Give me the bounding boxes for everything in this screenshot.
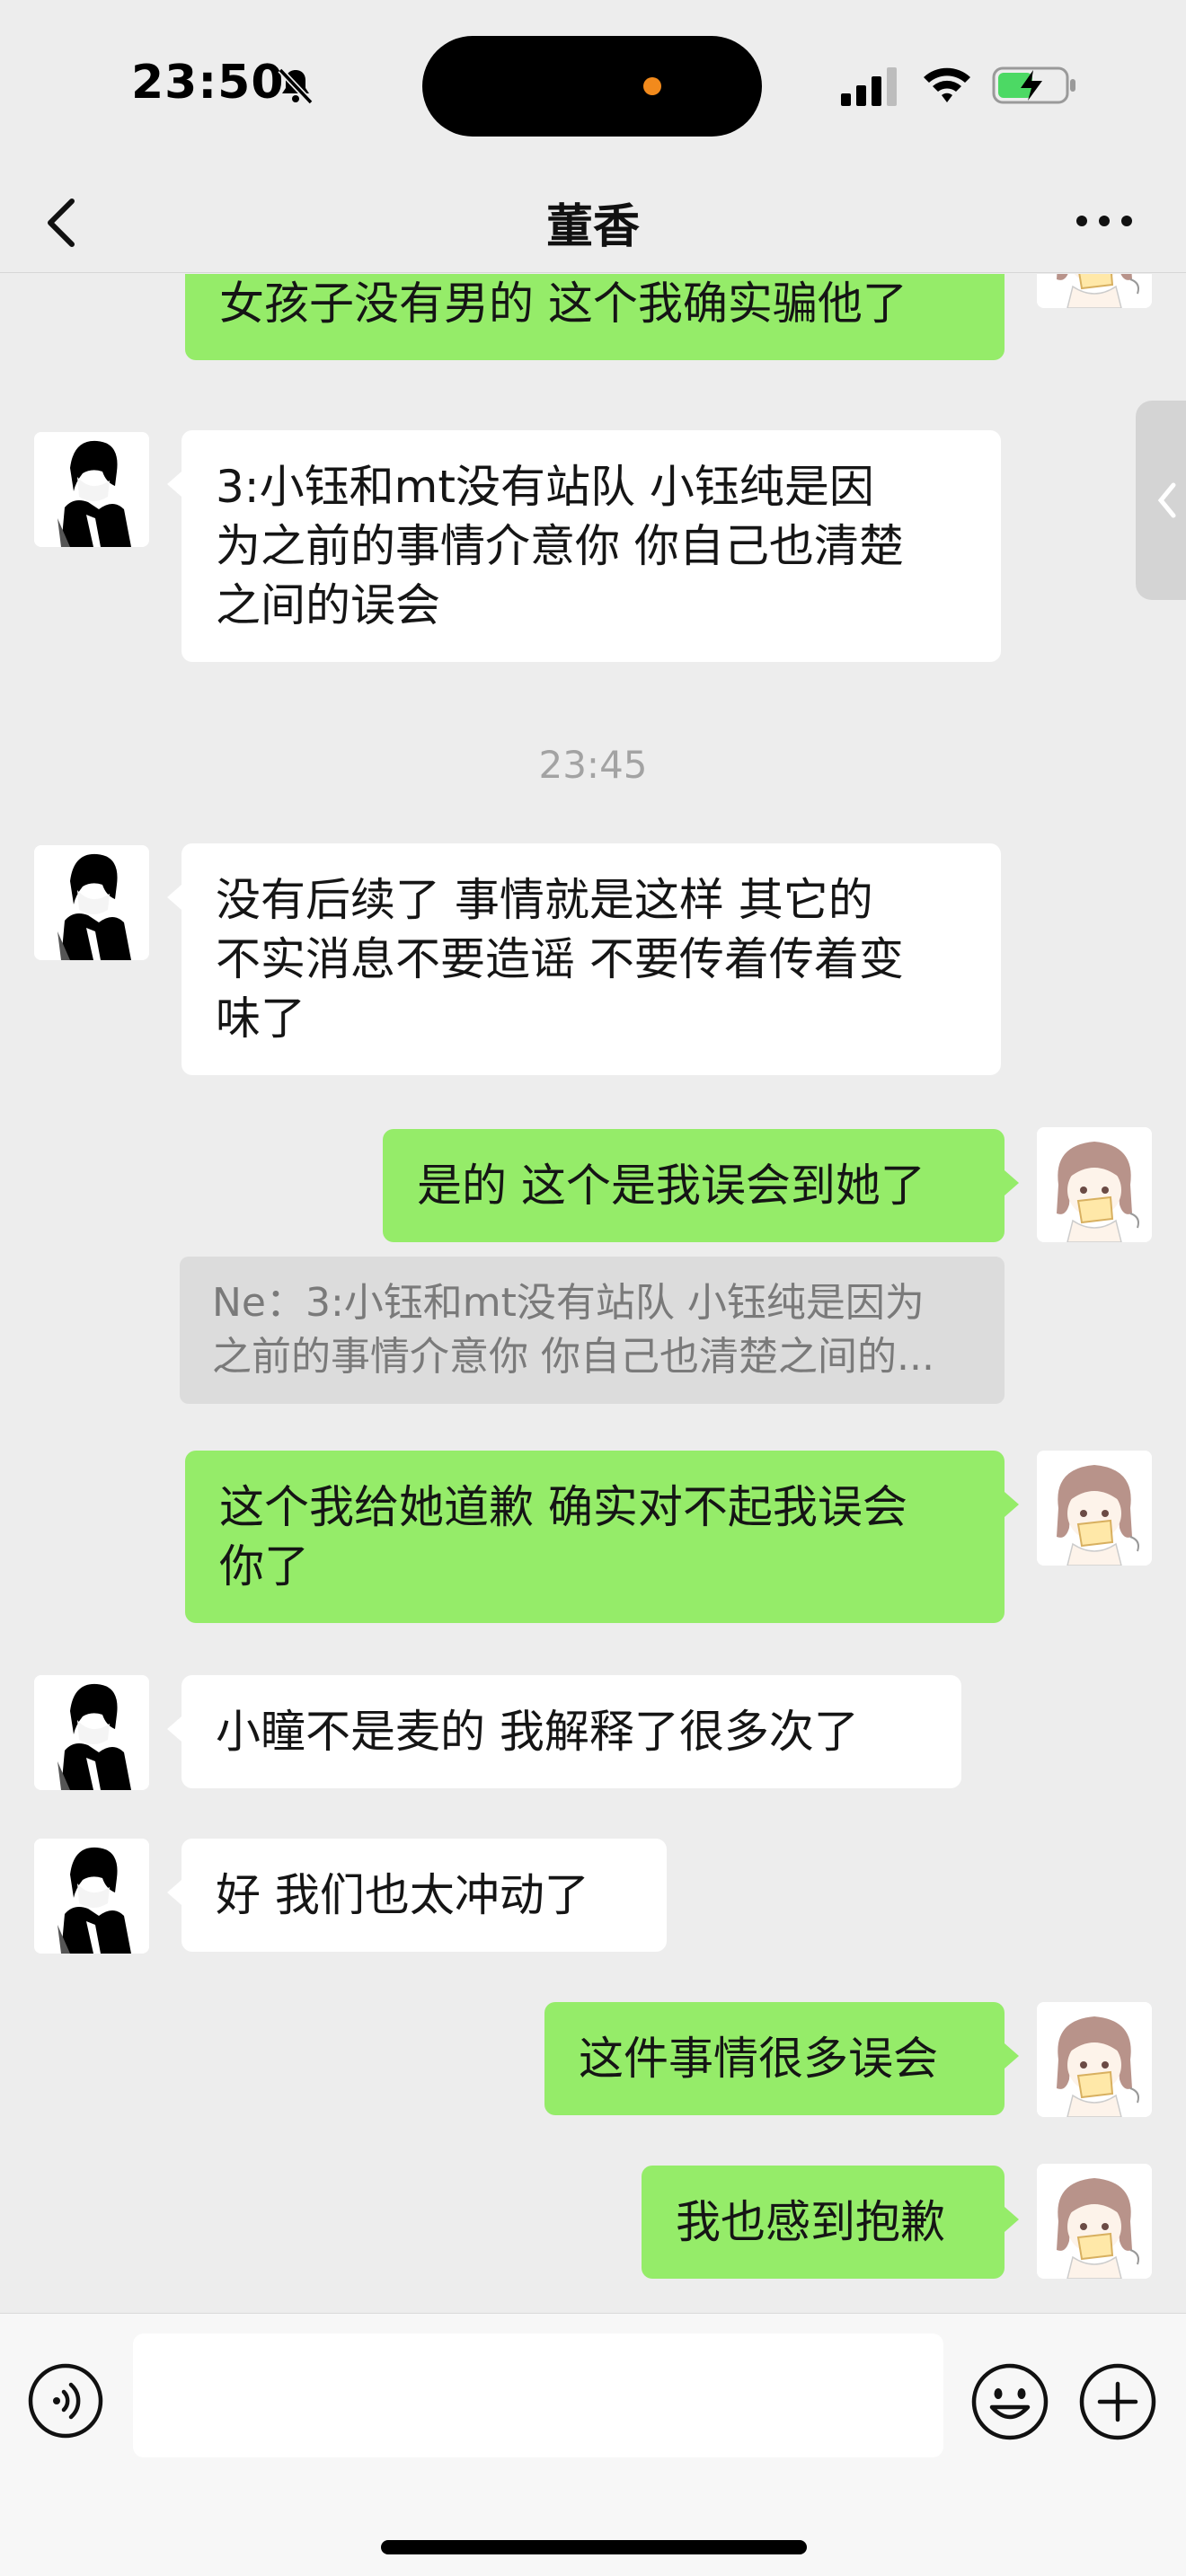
status-bar: 23:50: [0, 0, 1186, 171]
avatar-self[interactable]: [1037, 1127, 1152, 1242]
chat-title: 董香: [545, 200, 640, 254]
message-timestamp: 23:45: [538, 743, 648, 787]
bell-slash-icon: [278, 67, 314, 105]
avatar-self[interactable]: [1037, 1451, 1152, 1566]
message-bubble-sent[interactable]: 是的 这个是我误会到她了: [383, 1129, 1019, 1242]
message-bubble-received[interactable]: 小瞳不是麦的 我解释了很多次了: [167, 1675, 961, 1788]
message-bubble-received[interactable]: 好 我们也太冲动了: [167, 1839, 667, 1952]
avatar-self[interactable]: [1037, 2164, 1152, 2279]
plus-icon[interactable]: [1078, 2362, 1157, 2441]
quoted-message-line: 之前的事情介意你 你自己也清楚之间的...: [212, 1334, 934, 1380]
more-icon[interactable]: [1073, 203, 1136, 239]
signal-icon: [841, 67, 897, 106]
message-bubble-sent[interactable]: 我也感到抱歉: [642, 2166, 1019, 2279]
camera-indicator-dot: [643, 77, 661, 95]
message-bubble-received[interactable]: 没有后续了 事情就是这样 其它的 不实消息不要造谣 不要传着传着变 味了: [167, 843, 1001, 1075]
voice-icon[interactable]: [27, 2362, 104, 2439]
avatar-contact[interactable]: [34, 432, 149, 547]
emoji-icon[interactable]: [970, 2362, 1049, 2441]
avatar-self[interactable]: [1037, 2002, 1152, 2117]
nav-bar: 董香: [0, 171, 1186, 273]
message-bubble-sent[interactable]: 这件事情很多误会: [544, 2002, 1019, 2115]
message-bubble-sent[interactable]: 这个我给她道歉 确实对不起我误会 你了: [185, 1451, 1019, 1623]
wifi-icon: [924, 67, 970, 102]
message-input[interactable]: [133, 2333, 943, 2457]
avatar-contact[interactable]: [34, 1675, 149, 1790]
battery-charging-icon: [992, 66, 1075, 104]
side-tab-chevron-icon: [1157, 482, 1176, 518]
input-bar: [0, 2313, 1186, 2576]
dynamic-island: [422, 36, 762, 137]
avatar-contact[interactable]: [34, 1839, 149, 1954]
floating-side-tab[interactable]: [1136, 401, 1186, 600]
back-chevron-icon[interactable]: [36, 185, 90, 257]
home-indicator: [381, 2540, 807, 2554]
avatar-self[interactable]: [1037, 274, 1152, 308]
message-bubble-received[interactable]: 3:小钰和mt没有站队 小钰纯是因 为之前的事情介意你 你自己也清楚 之间的误会: [167, 430, 1001, 662]
status-time: 23:50: [131, 56, 285, 110]
quoted-message[interactable]: Ne：3:小钰和mt没有站队 小钰纯是因为 之前的事情介意你 你自己也清楚之间的…: [180, 1257, 1005, 1404]
quoted-message-line: Ne：3:小钰和mt没有站队 小钰纯是因为: [212, 1280, 925, 1326]
avatar-contact[interactable]: [34, 845, 149, 960]
message-bubble-sent[interactable]: 对的 当时是因为怕他说我才说只有 女孩子没有男的 这个我确实骗他了: [185, 274, 1005, 360]
chat-message-list[interactable]: 对的 当时是因为怕他说我才说只有 女孩子没有男的 这个我确实骗他了 3:小钰和m…: [0, 274, 1186, 2313]
